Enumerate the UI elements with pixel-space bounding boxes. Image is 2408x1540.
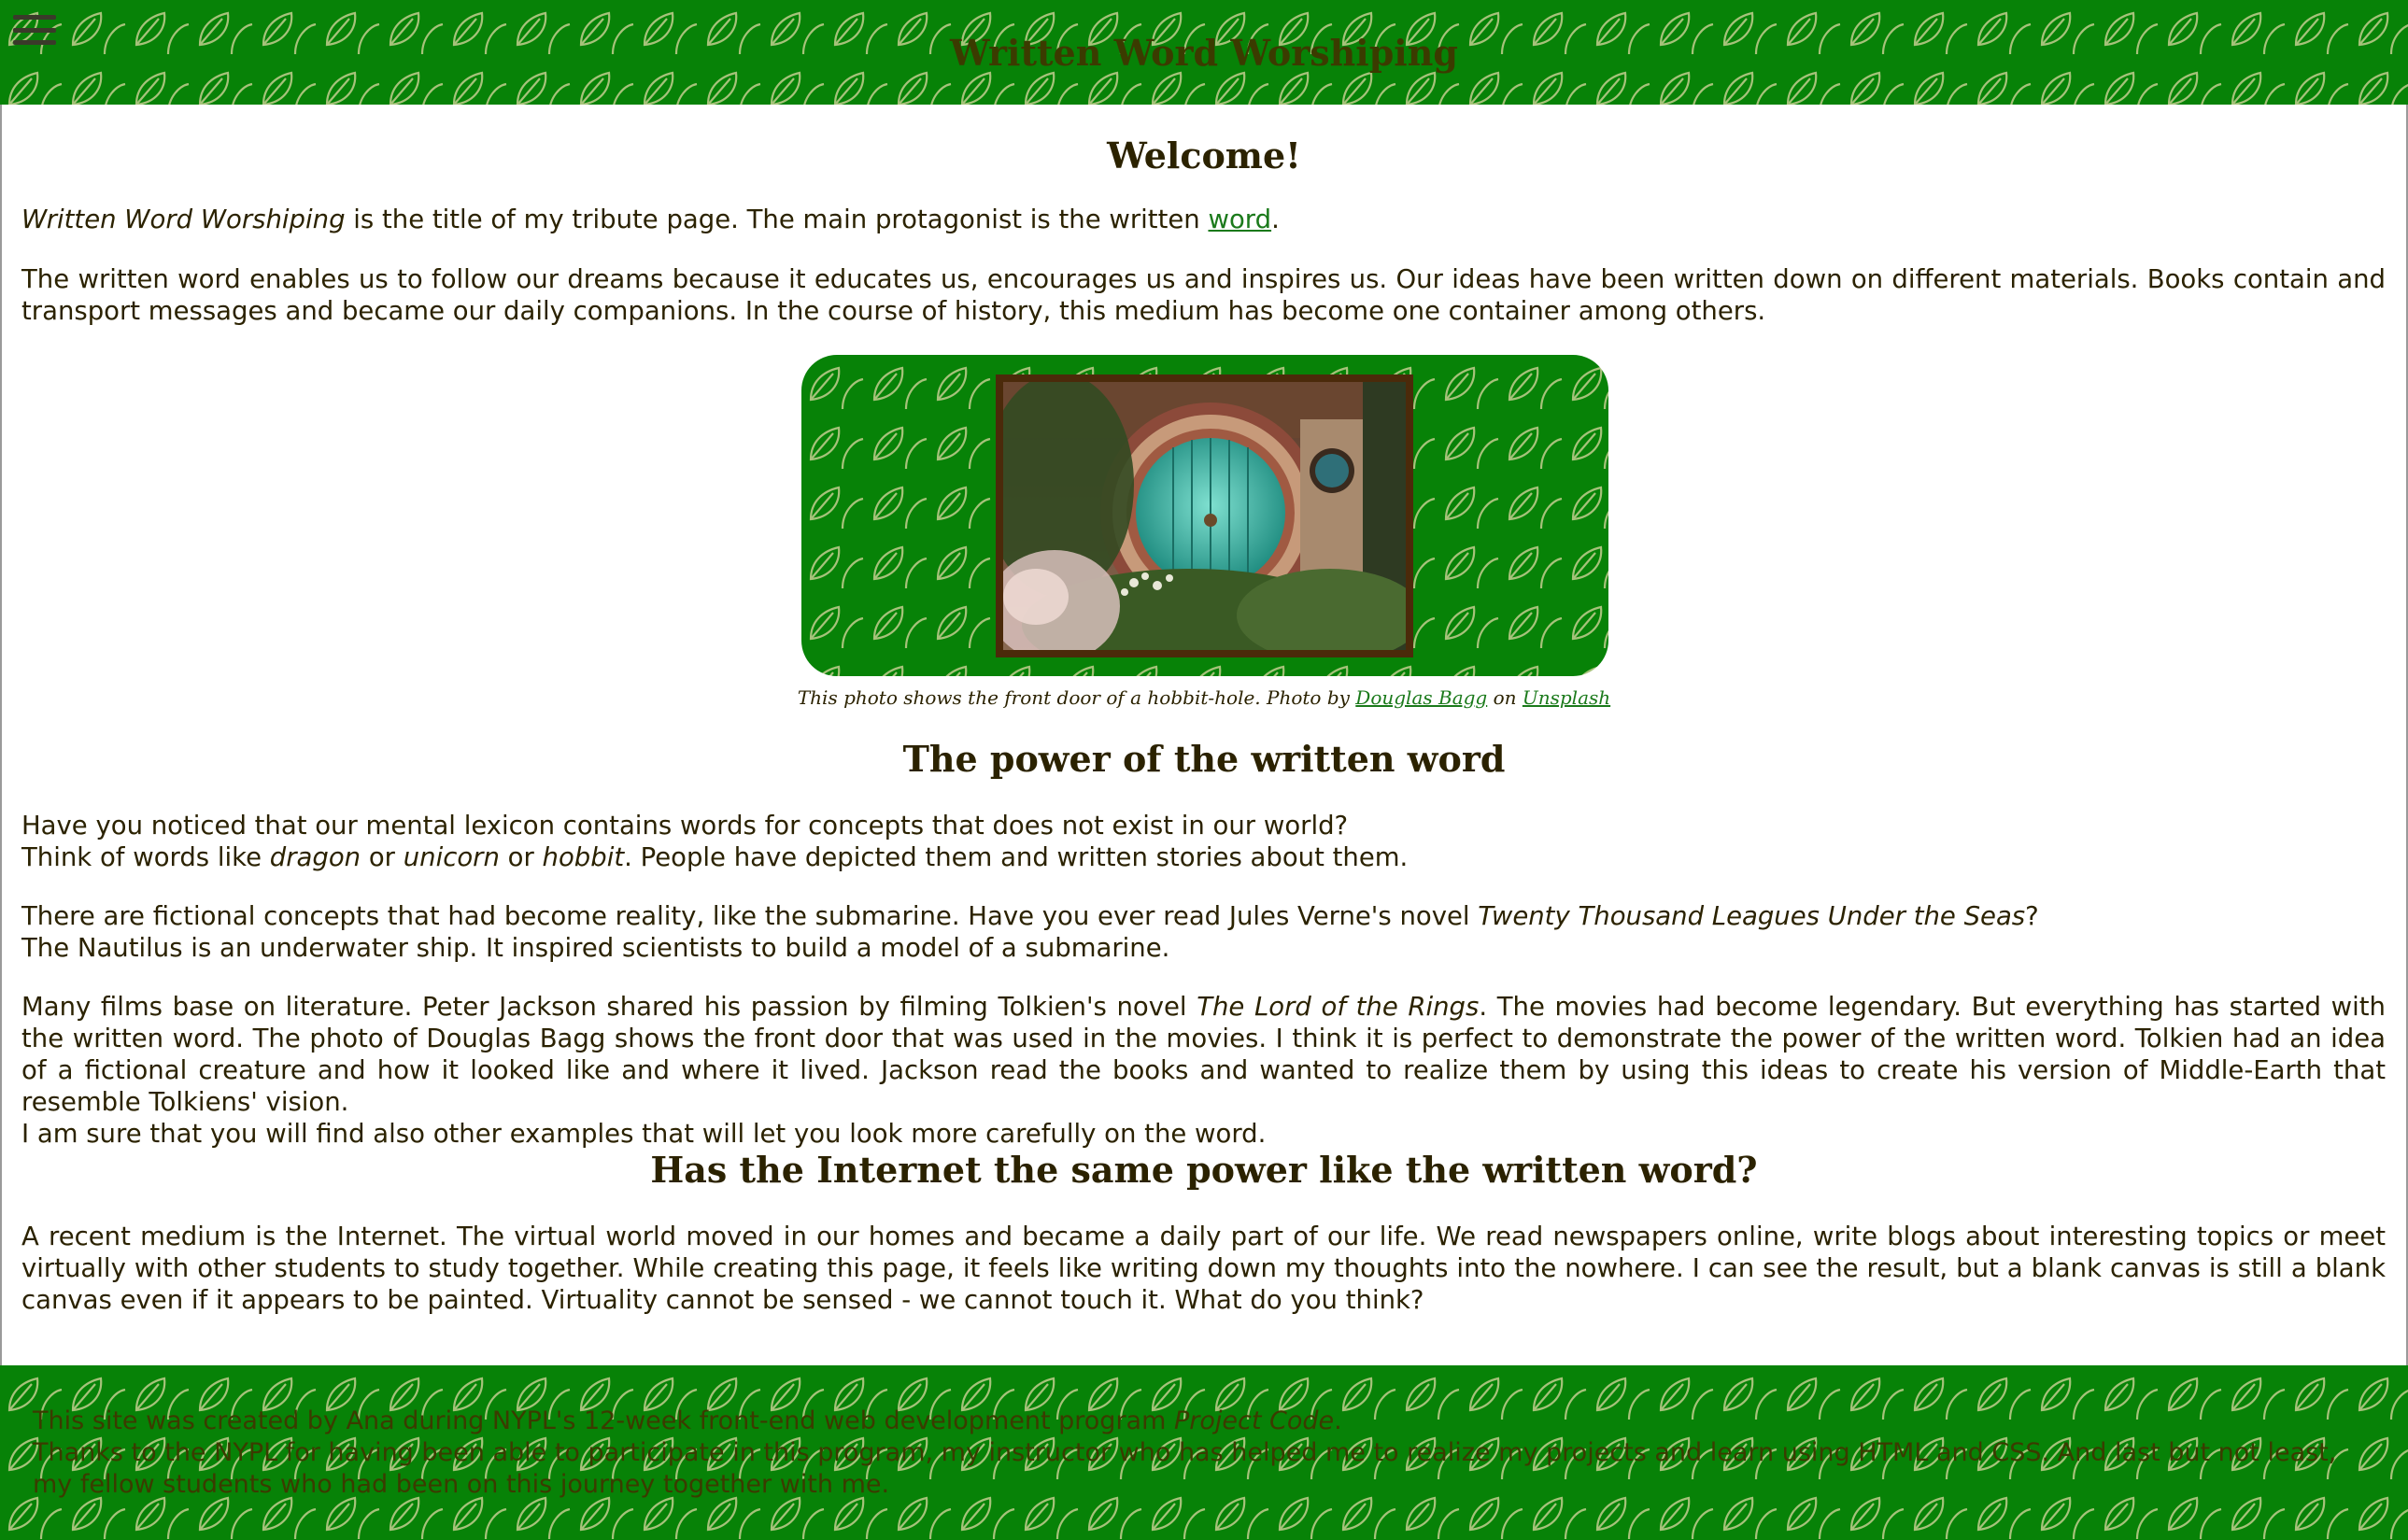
footer-text: This site was created by Ana during NYPL… (33, 1406, 2337, 1499)
intro-title: Written Word Worshiping (21, 205, 346, 234)
welcome-heading: Welcome! (1107, 134, 1301, 177)
main-content: Welcome! Written Word Worshiping is the … (0, 105, 2408, 1365)
hobbit-door-photo (996, 374, 1413, 657)
author-link[interactable]: Douglas Bagg (1355, 686, 1487, 709)
internet-heading: Has the Internet the same power like the… (650, 1149, 1758, 1191)
intro-paragraph-1: Written Word Worshiping is the title of … (21, 205, 1280, 234)
internet-paragraph: A recent medium is the Internet. The vir… (21, 1222, 2386, 1315)
power-paragraph-1: Have you noticed that our mental lexicon… (21, 811, 1409, 872)
site-title: Written Word Worshiping (950, 32, 1458, 74)
photo-caption: This photo shows the front door of a hob… (797, 686, 1611, 709)
photo-frame (801, 355, 1608, 676)
unsplash-link[interactable]: Unsplash (1523, 686, 1610, 709)
power-paragraph-3: Many films base on literature. Peter Jac… (21, 992, 2386, 1149)
word-link[interactable]: word (1208, 205, 1271, 234)
intro-paragraph-2: The written word enables us to follow ou… (21, 264, 2386, 326)
power-heading: The power of the written word (902, 738, 1506, 780)
power-paragraph-2: There are fictional concepts that had be… (21, 901, 2039, 963)
site-footer: This site was created by Ana during NYPL… (0, 1365, 2408, 1540)
hobbit-door-image (1003, 382, 1406, 650)
site-header: Written Word Worshiping (0, 0, 2408, 105)
